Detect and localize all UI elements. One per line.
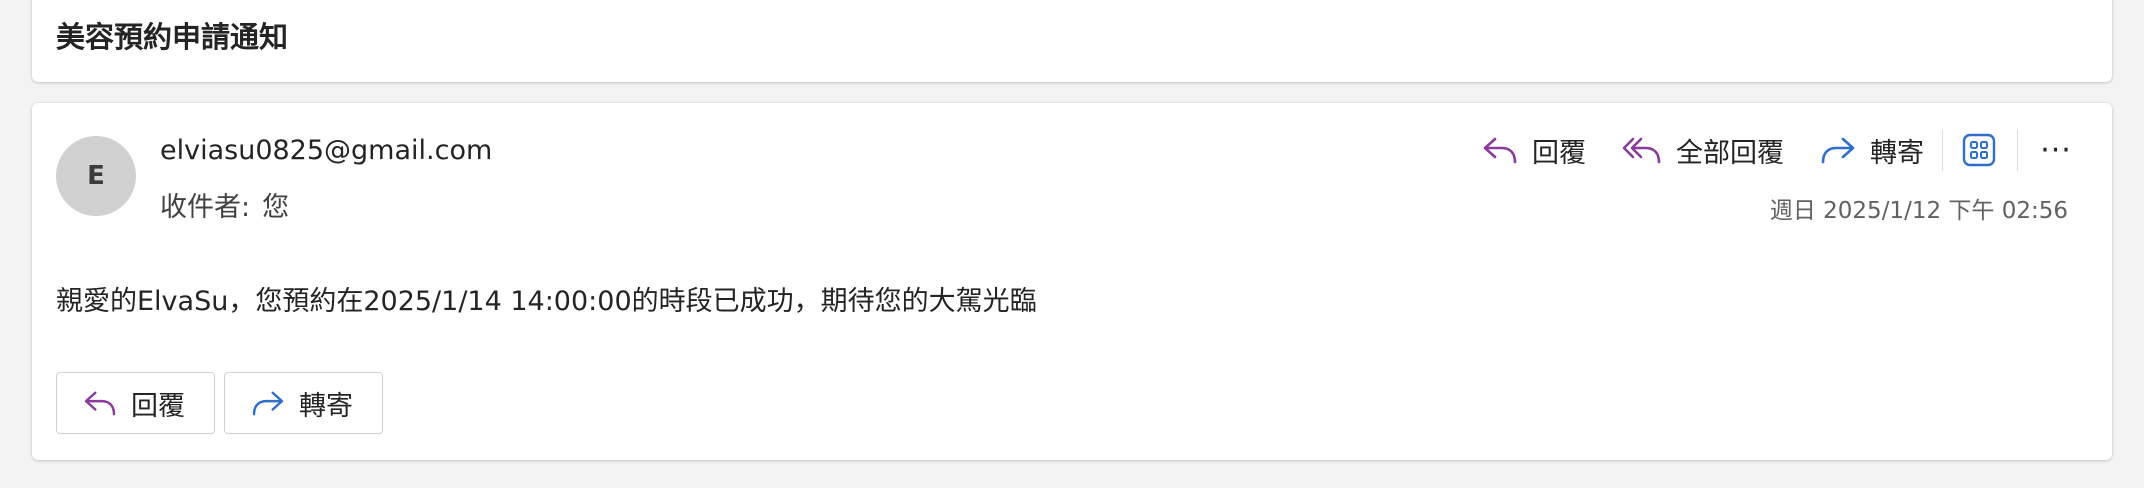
forward-icon	[1821, 137, 1855, 164]
reply-icon	[1483, 137, 1517, 164]
reply-all-label: 全部回覆	[1676, 137, 1784, 169]
reply-all-button[interactable]: 全部回覆	[1622, 131, 1784, 170]
toolbar-divider	[1942, 129, 1943, 171]
email-subject: 美容預約申請通知	[56, 20, 289, 54]
message-actions: 回覆 全部回覆 轉寄 ···	[1482, 125, 2076, 175]
apps-button[interactable]	[1959, 130, 1999, 170]
avatar-initial: E	[87, 161, 105, 191]
footer-reply-button[interactable]: 回覆	[56, 372, 215, 434]
recipient-line: 收件者: 您	[160, 185, 289, 224]
toolbar-divider	[2017, 129, 2018, 171]
footer-forward-label: 轉寄	[299, 390, 353, 422]
message-date: 週日 2025/1/12 下午 02:56	[1769, 198, 2068, 224]
to-label: 收件者:	[160, 192, 251, 223]
reply-button[interactable]: 回覆	[1482, 131, 1586, 170]
reply-all-icon	[1622, 137, 1661, 164]
footer-forward-button[interactable]: 轉寄	[224, 372, 383, 434]
sender-avatar[interactable]: E	[56, 136, 136, 216]
message-body: 親愛的ElvaSu，您預約在2025/1/14 14:00:00的時段已成功，期…	[56, 286, 1037, 317]
more-icon: ···	[2040, 132, 2072, 168]
apps-icon	[1962, 133, 1996, 167]
message-card: E elviasu0825@gmail.com 收件者: 您 回覆 全部回覆 轉…	[32, 103, 2112, 460]
sender-address[interactable]: elviasu0825@gmail.com	[160, 135, 492, 166]
to-value[interactable]: 您	[262, 192, 289, 223]
more-actions-button[interactable]: ···	[2036, 130, 2076, 170]
reply-label: 回覆	[1532, 137, 1586, 169]
forward-label: 轉寄	[1870, 137, 1924, 169]
forward-button[interactable]: 轉寄	[1820, 131, 1924, 170]
forward-icon	[252, 391, 284, 416]
footer-reply-label: 回覆	[131, 390, 185, 422]
subject-card: 美容預約申請通知	[32, 0, 2112, 82]
reply-icon	[84, 391, 116, 416]
